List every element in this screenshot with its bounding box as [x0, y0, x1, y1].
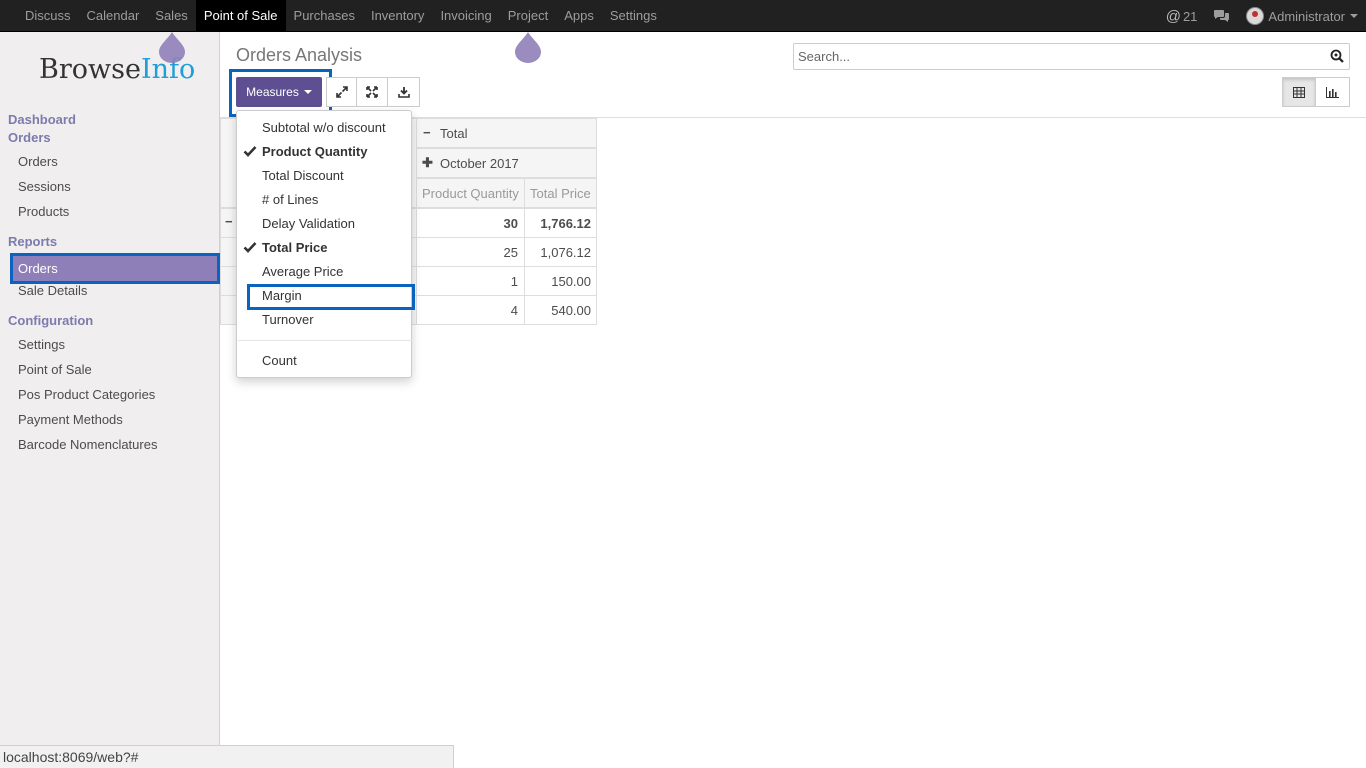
pivot-measure-header[interactable]: Total Price: [524, 178, 597, 208]
pivot-measure-header[interactable]: Product Quantity: [416, 178, 525, 208]
pivot-cell: 150.00: [524, 266, 597, 296]
expand-arrows-icon: [335, 86, 348, 98]
measure-delay-validation[interactable]: Delay Validation: [262, 216, 355, 231]
measures-dropdown: Subtotal w/o discount Product Quantity T…: [236, 110, 412, 378]
margin-highlight: [247, 284, 415, 310]
pivot-view-button[interactable]: [1282, 77, 1316, 107]
sidebar-heading-orders[interactable]: Orders: [8, 130, 51, 145]
menu-calendar[interactable]: Calendar: [79, 0, 148, 32]
menu-settings[interactable]: Settings: [602, 0, 665, 32]
caret-down-icon: [1350, 14, 1358, 18]
app-menu: Discuss Calendar Sales Point of Sale Pur…: [17, 0, 665, 32]
check-icon: [243, 242, 257, 253]
expand-all-button[interactable]: [357, 77, 388, 107]
pivot-cell: 30: [416, 208, 525, 238]
pivot-col-header-month[interactable]: ✚ October 2017: [416, 148, 597, 178]
sidebar-item-payment-methods[interactable]: Payment Methods: [18, 412, 123, 427]
at-icon: @: [1165, 7, 1181, 25]
pivot-col-header-total[interactable]: − Total: [416, 118, 597, 148]
measure-total-price[interactable]: Total Price: [262, 240, 328, 255]
sidebar-item-sale-details[interactable]: Sale Details: [18, 283, 87, 298]
sidebar-item-orders[interactable]: Orders: [18, 154, 58, 169]
bar-chart-icon: [1326, 86, 1339, 98]
table-icon: [1293, 86, 1305, 98]
pivot-cell: 25: [416, 237, 525, 267]
measure-total-discount[interactable]: Total Discount: [262, 168, 344, 183]
menu-purchases[interactable]: Purchases: [286, 0, 363, 32]
dropdown-divider: [238, 340, 412, 341]
measure-product-quantity[interactable]: Product Quantity: [262, 144, 367, 159]
menu-invoicing[interactable]: Invoicing: [432, 0, 499, 32]
download-icon: [397, 87, 410, 98]
pivot-cell: 1,766.12: [524, 208, 597, 238]
systray: @ 21 Administrator: [1150, 0, 1358, 32]
pivot-cell: 1,076.12: [524, 237, 597, 267]
mentions-button[interactable]: @ 21: [1166, 8, 1198, 25]
fullscreen-icon: [366, 86, 378, 98]
sidebar-item-sessions[interactable]: Sessions: [18, 179, 71, 194]
pivot-cell: 540.00: [524, 295, 597, 325]
sidebar-item-point-of-sale[interactable]: Point of Sale: [18, 362, 92, 377]
chat-button[interactable]: [1213, 9, 1230, 23]
download-button[interactable]: [388, 77, 420, 107]
menu-point-of-sale[interactable]: Point of Sale: [195, 0, 286, 32]
menu-project[interactable]: Project: [500, 0, 556, 32]
sidebar-item-settings[interactable]: Settings: [18, 337, 65, 352]
page-title: Orders Analysis: [236, 45, 363, 65]
browser-status-bar: localhost:8069/web?#: [0, 745, 454, 768]
menu-discuss[interactable]: Discuss: [17, 0, 79, 32]
sidebar-heading-configuration[interactable]: Configuration: [8, 313, 93, 328]
view-switcher: [1282, 77, 1350, 107]
measure-count[interactable]: Count: [262, 353, 297, 368]
user-name: Administrator: [1268, 8, 1345, 24]
sidebar-item-label: Orders: [18, 261, 58, 276]
search-bar: [793, 43, 1350, 70]
sidebar-heading-reports[interactable]: Reports: [8, 234, 57, 249]
flip-axis-button[interactable]: [326, 77, 357, 107]
mentions-count: 21: [1182, 8, 1198, 24]
check-icon: [243, 146, 257, 157]
search-icon[interactable]: [1330, 49, 1344, 63]
pivot-actions: [326, 77, 420, 107]
sidebar-item-barcode-nomenclatures[interactable]: Barcode Nomenclatures: [18, 437, 157, 452]
chat-icon: [1214, 10, 1230, 22]
sidebar-heading-dashboard[interactable]: Dashboard: [8, 112, 76, 127]
menu-apps[interactable]: Apps: [556, 0, 602, 32]
plus-icon: ✚: [422, 155, 433, 170]
minus-icon: −: [225, 214, 233, 229]
sidebar-item-products[interactable]: Products: [18, 204, 69, 219]
measure-subtotal-wo-discount[interactable]: Subtotal w/o discount: [262, 120, 386, 135]
cursor-drop-icon: [515, 32, 541, 63]
measure-turnover[interactable]: Turnover: [262, 312, 314, 327]
pivot-cell: 1: [416, 266, 525, 296]
avatar: [1246, 7, 1265, 25]
user-menu[interactable]: Administrator: [1246, 7, 1358, 25]
menu-sales[interactable]: Sales: [147, 0, 196, 32]
pivot-cell: 4: [416, 295, 525, 325]
measure-average-price[interactable]: Average Price: [262, 264, 343, 279]
search-input[interactable]: [794, 44, 1314, 69]
graph-view-button[interactable]: [1316, 77, 1350, 107]
sidebar-item-pos-product-categories[interactable]: Pos Product Categories: [18, 387, 155, 402]
measure-number-of-lines[interactable]: # of Lines: [262, 192, 318, 207]
menu-inventory[interactable]: Inventory: [363, 0, 432, 32]
cursor-drop-icon: [159, 32, 185, 63]
minus-icon: −: [423, 125, 431, 140]
sidebar-item-reports-orders[interactable]: Orders: [10, 253, 220, 284]
sidebar: BrowseInfo Dashboard Orders Orders Sessi…: [0, 32, 220, 768]
top-navbar: Discuss Calendar Sales Point of Sale Pur…: [0, 0, 1366, 32]
